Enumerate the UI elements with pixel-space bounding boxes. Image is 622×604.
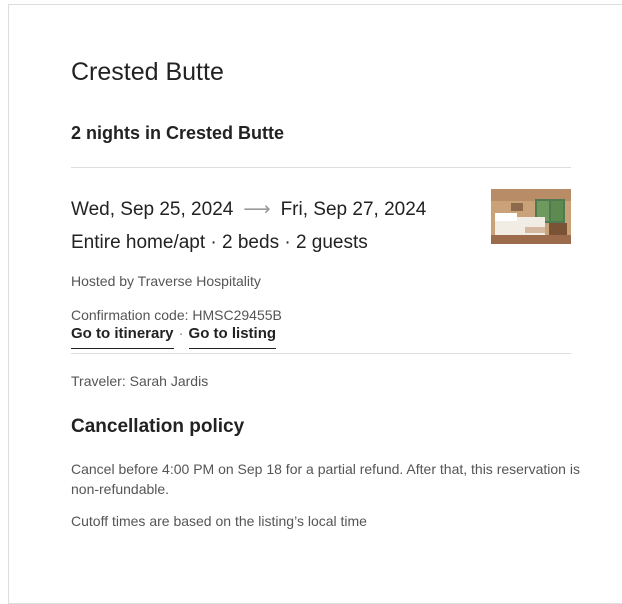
page-title: Crested Butte [71,58,224,86]
listing-details: Entire home/apt · 2 beds · 2 guests [71,232,368,253]
trip-subtitle: 2 nights in Crested Butte [71,123,285,143]
hotel-room-photo [491,189,571,244]
confirmation-code: Confirmation code: HMSC29455B [71,307,282,323]
divider [71,167,571,168]
cutoff-note: Cutoff times are based on the listing’s … [71,513,367,529]
listing-photo[interactable] [491,189,571,244]
divider [71,353,571,354]
cancellation-policy-text: Cancel before 4:00 PM on Sep 18 for a pa… [71,461,580,497]
check-out-date: Fri, Sep 27, 2024 [280,198,427,220]
long-right-arrow-icon: ⟶ [243,199,271,220]
go-to-listing-link[interactable]: Go to listing [188,325,277,349]
cancellation-heading: Cancellation policy [71,416,245,437]
reservation-links: Go to itinerary · Go to listing [71,325,277,349]
date-range: Wed, Sep 25, 2024 ⟶ Fri, Sep 27, 2024 [71,198,426,221]
check-in-date: Wed, Sep 25, 2024 [71,198,234,220]
traveler-name: Traveler: Sarah Jardis [71,373,209,389]
hosted-by: Hosted by Traverse Hospitality [71,273,261,289]
link-separator: · [178,325,184,342]
go-to-itinerary-link[interactable]: Go to itinerary [71,325,174,349]
reservation-card: Crested Butte 2 nights in Crested Butte … [8,4,622,604]
